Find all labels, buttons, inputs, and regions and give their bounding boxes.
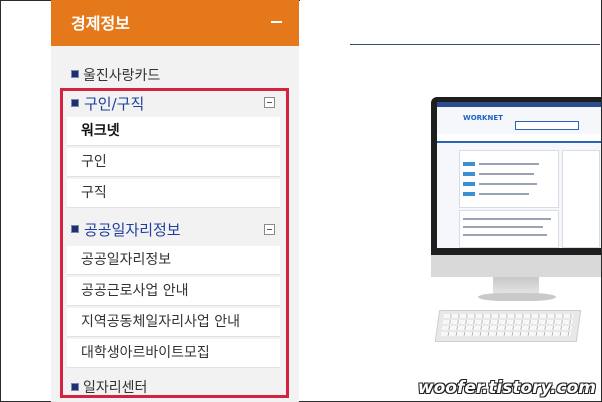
square-bullet-icon — [71, 225, 79, 233]
watermark: woofer.tistory.com — [417, 378, 596, 398]
sub-item-worknet[interactable]: 워크넷 — [67, 117, 280, 146]
site-thumb — [463, 172, 475, 176]
keyboard-row — [443, 314, 574, 318]
site-text-line — [463, 234, 547, 236]
collapse-minus-icon[interactable] — [264, 224, 275, 235]
sub-item-community-jobs[interactable]: 지역공동체일자리사업 안내 — [67, 308, 280, 337]
sub-item-student-parttime[interactable]: 대학생아르바이트모집 — [67, 339, 280, 368]
site-text-line — [479, 183, 537, 185]
menu-item-job-center[interactable]: 일자리센터 — [83, 377, 147, 397]
site-topbar — [437, 102, 601, 107]
sub-item-hiring[interactable]: 구인 — [67, 148, 280, 177]
collapse-icon[interactable] — [271, 21, 282, 23]
section-title-jobs[interactable]: 구인/구직 — [84, 93, 144, 114]
site-text-line — [479, 173, 534, 175]
site-thumb — [463, 182, 475, 186]
site-search-box — [515, 121, 579, 130]
keyboard-row — [442, 320, 573, 324]
site-panel — [459, 150, 559, 208]
square-bullet-icon — [71, 383, 79, 391]
sub-item-public-works[interactable]: 공공근로사업 안내 — [67, 277, 280, 306]
site-text-line — [479, 163, 539, 165]
sidebar-title: 경제정보 — [71, 14, 130, 33]
square-bullet-icon — [71, 99, 79, 107]
section-title-public-jobs[interactable]: 공공일자리정보 — [84, 219, 181, 240]
sub-item-public-jobs-info[interactable]: 공공일자리정보 — [67, 246, 280, 275]
site-text-line — [479, 193, 529, 195]
site-thumb — [463, 162, 475, 166]
keyboard-illustration — [434, 310, 582, 342]
monitor-screen: WORKNET — [437, 102, 601, 248]
keyboard-row — [441, 326, 572, 330]
site-side-panel — [562, 150, 600, 248]
keyboard-row — [440, 332, 572, 336]
site-logo: WORKNET — [463, 114, 503, 122]
site-text-line — [463, 218, 551, 220]
content-divider — [350, 44, 600, 45]
sidebar-header[interactable]: 경제정보 — [51, 0, 299, 46]
site-text-line — [463, 226, 543, 228]
site-panel — [459, 210, 559, 248]
menu-item-card[interactable]: 울진사랑카드 — [83, 65, 160, 85]
monitor-base — [478, 293, 556, 301]
monitor-chin — [431, 255, 601, 277]
square-bullet-icon — [71, 70, 79, 78]
sub-item-job-seeking[interactable]: 구직 — [67, 179, 280, 208]
site-nav — [437, 134, 601, 143]
collapse-minus-icon[interactable] — [264, 97, 275, 108]
site-thumb — [463, 192, 475, 196]
